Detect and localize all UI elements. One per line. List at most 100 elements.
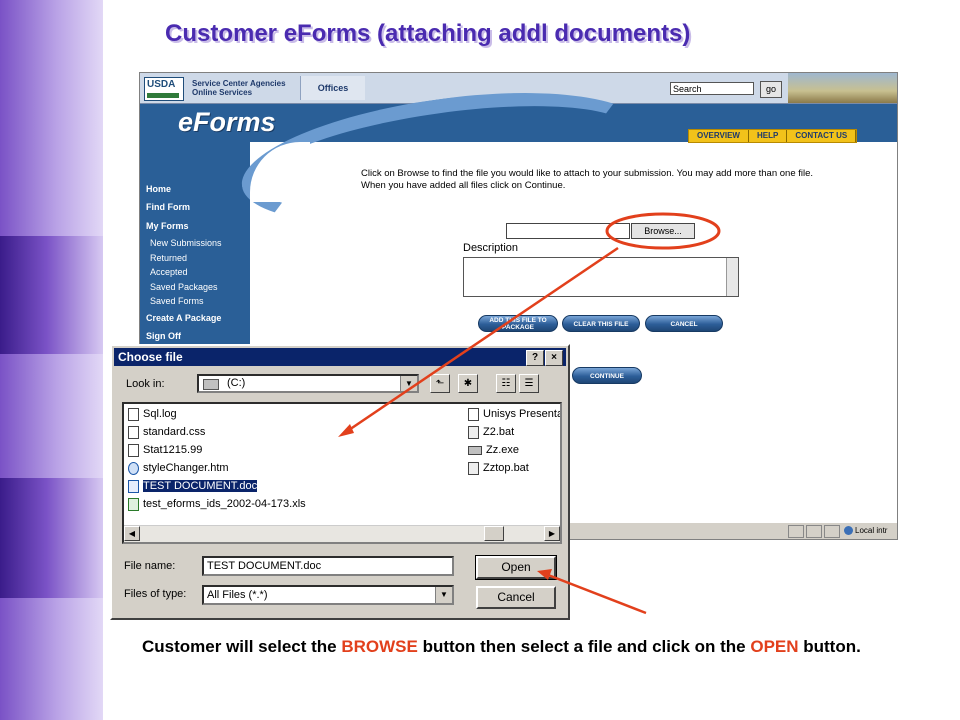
eforms-logo: eForms (178, 107, 276, 137)
search-input[interactable]: Search (670, 82, 754, 95)
sidebar-subitem-accepted[interactable]: Accepted (150, 267, 188, 277)
text-file-icon (128, 407, 139, 421)
go-button[interactable]: go (760, 81, 782, 98)
usda-logo-text: USDA (147, 79, 176, 90)
sidebar-item-create-package[interactable]: Create A Package (146, 313, 221, 323)
open-button[interactable]: Open (475, 555, 557, 580)
agency-name: Service Center Agencies Online Services (192, 79, 286, 97)
decorative-left-strip (0, 0, 103, 720)
sidebar-item-find-form[interactable]: Find Form (146, 202, 190, 212)
chevron-down-icon[interactable]: ▼ (435, 587, 452, 603)
files-of-type-value: All Files (*.*) (207, 589, 268, 601)
strip-segment (0, 236, 103, 354)
excel-file-icon (128, 497, 139, 511)
header-photo (788, 73, 897, 103)
usda-logo[interactable]: USDA (144, 77, 184, 101)
agency-line-1: Service Center Agencies (192, 79, 286, 88)
list-item[interactable]: Zztop.bat (468, 460, 529, 476)
close-button[interactable]: × (545, 350, 563, 366)
data-file-icon (128, 443, 139, 457)
sidebar-subitem-saved-forms[interactable]: Saved Forms (150, 296, 204, 306)
css-file-icon (128, 425, 139, 439)
sidebar-item-sign-off[interactable]: Sign Off (146, 331, 181, 341)
choose-file-dialog: Choose file ? × Look in: (C:) ▼ ⬑ ✱ ☷ ☰ … (110, 344, 570, 620)
scroll-right-button[interactable]: ▶ (544, 526, 560, 541)
up-one-level-button[interactable]: ⬑ (430, 374, 450, 393)
attach-file-path-input[interactable] (506, 223, 630, 239)
agency-line-2: Online Services (192, 88, 253, 97)
file-list[interactable]: Sql.log standard.css Stat1215.99 styleCh… (122, 402, 562, 544)
description-textarea[interactable] (463, 257, 739, 297)
instructions-text: Click on Browse to find the file you wou… (361, 168, 814, 191)
presentation-file-icon (468, 407, 479, 421)
sidebar-item-home[interactable]: Home (146, 184, 171, 194)
status-cell (788, 525, 804, 538)
sidebar-subitem-returned[interactable]: Returned (150, 253, 187, 263)
list-item[interactable]: Sql.log (128, 406, 177, 422)
cancel-attach-button[interactable]: CANCEL (645, 315, 723, 332)
caption-text: Customer will select the (142, 637, 342, 656)
help-button[interactable]: ? (526, 350, 544, 366)
new-folder-button[interactable]: ✱ (458, 374, 478, 393)
file-name-input[interactable]: TEST DOCUMENT.doc (202, 556, 454, 576)
file-name: Z2.bat (483, 426, 515, 438)
nav-link-contact-us[interactable]: CONTACT US (787, 130, 857, 142)
sidebar-item-my-forms[interactable]: My Forms (146, 221, 189, 231)
file-name: standard.css (143, 426, 206, 438)
batch-file-icon (468, 425, 479, 439)
continue-button[interactable]: CONTINUE (572, 367, 642, 384)
sidebar-subitem-saved-packages[interactable]: Saved Packages (150, 282, 218, 292)
list-item[interactable]: Unisys Presenta (468, 406, 562, 422)
horizontal-scrollbar[interactable]: ◀ ▶ (124, 525, 560, 542)
list-item[interactable]: Z2.bat (468, 424, 514, 440)
clear-file-button[interactable]: CLEAR THIS FILE (562, 315, 640, 332)
list-view-button[interactable]: ☷ (496, 374, 516, 393)
description-scrollbar[interactable] (726, 258, 738, 296)
file-name: Unisys Presenta (483, 408, 562, 420)
scroll-thumb[interactable] (484, 526, 504, 541)
scroll-left-button[interactable]: ◀ (124, 526, 140, 541)
browse-button[interactable]: Browse... (631, 223, 695, 239)
executable-file-icon (468, 445, 482, 455)
dialog-title: Choose file (118, 350, 183, 364)
file-name: Stat1215.99 (143, 444, 203, 456)
look-in-value: (C:) (227, 377, 246, 389)
details-view-button[interactable]: ☰ (519, 374, 539, 393)
caption-text: button. (798, 637, 861, 656)
status-zone-label: Local intr (855, 526, 888, 535)
list-item[interactable]: styleChanger.htm (128, 460, 229, 476)
web-page-icon (128, 461, 139, 475)
nav-link-overview[interactable]: OVERVIEW (689, 130, 749, 142)
file-name: Sql.log (143, 408, 177, 420)
sidebar-subitem-new-submissions[interactable]: New Submissions (150, 238, 222, 248)
slide-title: Customer eForms (attaching addl document… (165, 20, 691, 47)
strip-segment (0, 478, 103, 598)
files-of-type-dropdown[interactable]: All Files (*.*) ▼ (202, 585, 454, 605)
add-file-to-package-button[interactable]: ADD THIS FILE TO PACKAGE (478, 315, 558, 332)
list-item-selected[interactable]: TEST DOCUMENT.doc (128, 478, 259, 494)
look-in-label: Look in: (126, 378, 165, 390)
file-name: styleChanger.htm (143, 462, 229, 474)
nav-link-help[interactable]: HELP (749, 130, 788, 142)
list-item[interactable]: Zz.exe (468, 442, 519, 458)
file-name: test_eforms_ids_2002-04-173.xls (143, 498, 306, 510)
files-of-type-label: Files of type: (124, 588, 187, 600)
status-zone: Local intr (844, 525, 896, 537)
file-name: Zz.exe (486, 444, 520, 456)
cancel-button[interactable]: Cancel (476, 586, 556, 609)
file-name: TEST DOCUMENT.doc (141, 479, 259, 493)
content-corner-curve (250, 142, 310, 202)
tab-offices[interactable]: Offices (300, 76, 365, 100)
list-item[interactable]: Stat1215.99 (128, 442, 202, 458)
caption-text: button then select a file and click on t… (417, 637, 751, 656)
status-cell (824, 525, 840, 538)
file-name: Zztop.bat (483, 462, 529, 474)
chevron-down-icon[interactable]: ▼ (400, 376, 417, 391)
description-label: Description (463, 242, 519, 254)
list-item[interactable]: test_eforms_ids_2002-04-173.xls (128, 496, 306, 512)
globe-icon (844, 526, 853, 536)
caption-highlight-browse: BROWSE (341, 637, 418, 656)
list-item[interactable]: standard.css (128, 424, 205, 440)
dialog-title-bar[interactable]: Choose file ? × (114, 348, 566, 366)
look-in-dropdown[interactable]: (C:) ▼ (197, 374, 419, 393)
